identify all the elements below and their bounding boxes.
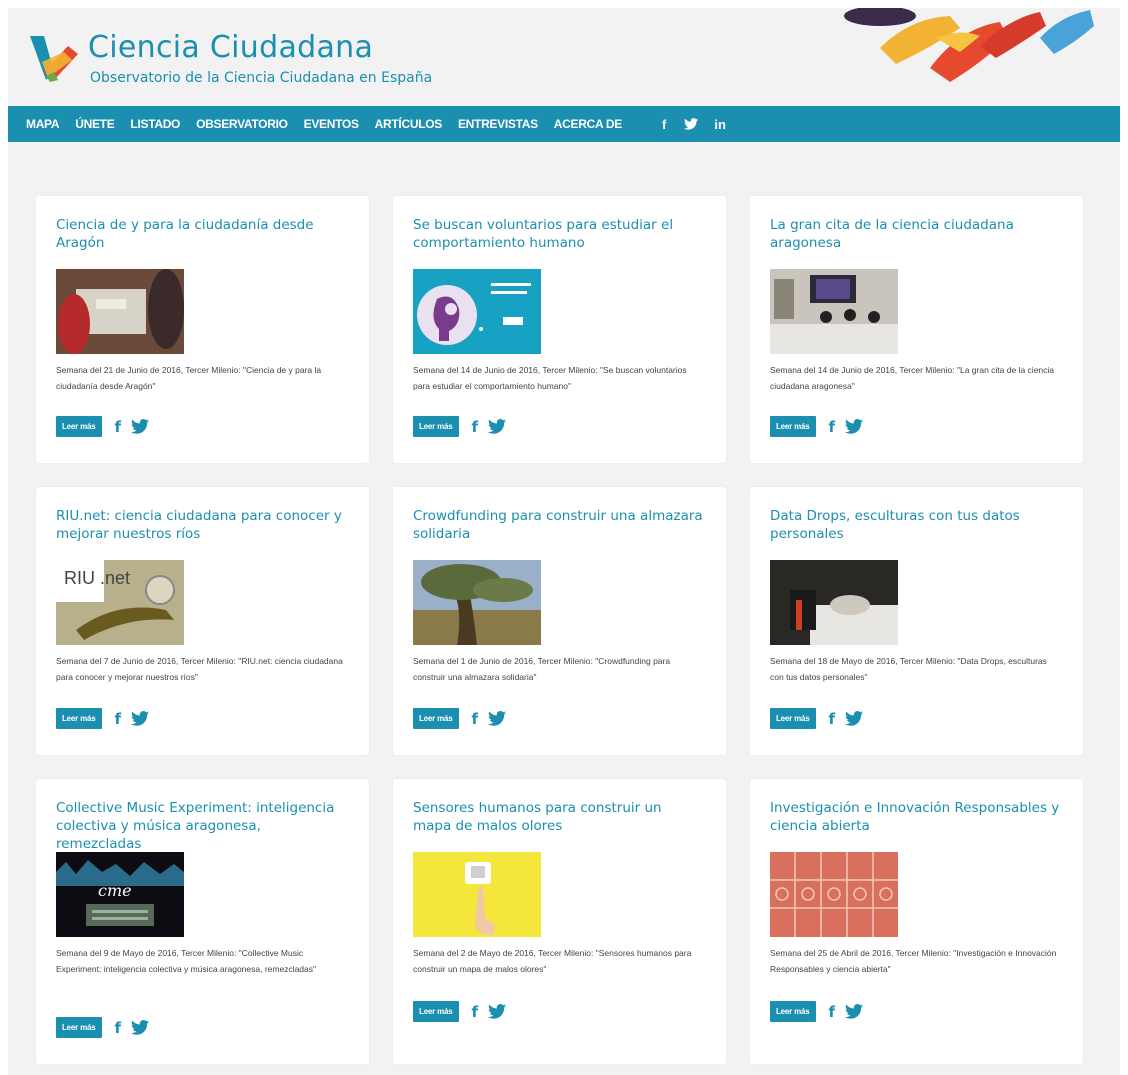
main-nav: MAPA ÚNETE LISTADO OBSERVATORIO EVENTOS …: [8, 106, 1120, 142]
card-actions: Leer más f: [413, 416, 507, 437]
card-actions: Leer más f: [770, 708, 864, 729]
card-actions: Leer más f: [56, 708, 150, 729]
facebook-share-icon[interactable]: f: [115, 710, 122, 728]
card-actions: Leer más f: [56, 1017, 150, 1038]
article-card: Ciencia de y para la ciudadanía desde Ar…: [36, 196, 369, 463]
card-description: Semana del 2 de Mayo de 2016, Tercer Mil…: [413, 948, 692, 974]
card-image[interactable]: [770, 560, 898, 645]
card-title[interactable]: Data Drops, esculturas con tus datos per…: [770, 507, 1060, 543]
facebook-share-icon[interactable]: f: [115, 1019, 122, 1037]
article-card: RIU.net: ciencia ciudadana para conocer …: [36, 487, 369, 755]
card-image[interactable]: cme: [56, 852, 184, 937]
twitter-share-icon[interactable]: [131, 1020, 150, 1035]
article-card: Crowdfunding para construir una almazara…: [393, 487, 726, 755]
riu-logo-text: RIU .net: [64, 568, 130, 588]
card-title[interactable]: RIU.net: ciencia ciudadana para conocer …: [56, 507, 346, 543]
read-more-button[interactable]: Leer más: [770, 708, 816, 729]
nav-item-acerca-de[interactable]: ACERCA DE: [554, 117, 623, 131]
read-more-button[interactable]: Leer más: [56, 416, 102, 437]
card-actions: Leer más f: [413, 1001, 507, 1022]
card-image[interactable]: [413, 269, 541, 354]
card-title[interactable]: Collective Music Experiment: inteligenci…: [56, 799, 346, 853]
twitter-share-icon[interactable]: [488, 1004, 507, 1019]
read-more-button[interactable]: Leer más: [770, 416, 816, 437]
site-subtitle: Observatorio de la Ciencia Ciudadana en …: [90, 70, 433, 86]
read-more-button[interactable]: Leer más: [413, 416, 459, 437]
facebook-share-icon[interactable]: f: [829, 1003, 836, 1021]
nav-item-listado[interactable]: LISTADO: [130, 117, 180, 131]
card-description: Semana del 18 de Mayo de 2016, Tercer Mi…: [770, 656, 1047, 682]
nav-social-links: f in: [662, 117, 744, 132]
card-actions: Leer más f: [770, 416, 864, 437]
card-title[interactable]: Investigación e Innovación Responsables …: [770, 799, 1060, 835]
facebook-icon[interactable]: f: [662, 117, 666, 132]
read-more-button[interactable]: Leer más: [56, 708, 102, 729]
site-title[interactable]: Ciencia Ciudadana: [88, 30, 373, 65]
site-logo-icon[interactable]: [24, 32, 80, 84]
article-card: Investigación e Innovación Responsables …: [750, 779, 1083, 1064]
nav-item-entrevistas[interactable]: ENTREVISTAS: [458, 117, 538, 131]
article-card: Data Drops, esculturas con tus datos per…: [750, 487, 1083, 755]
site-header: Ciencia Ciudadana Observatorio de la Cie…: [8, 8, 1120, 106]
paint-strokes-decoration: [844, 8, 1094, 82]
read-more-button[interactable]: Leer más: [770, 1001, 816, 1022]
card-image[interactable]: RIU .net: [56, 560, 184, 645]
article-card: Collective Music Experiment: inteligenci…: [36, 779, 369, 1064]
card-description: Semana del 9 de Mayo de 2016, Tercer Mil…: [56, 948, 317, 974]
article-card: Sensores humanos para construir un mapa …: [393, 779, 726, 1064]
twitter-icon[interactable]: [684, 118, 699, 130]
card-image[interactable]: [413, 852, 541, 937]
read-more-button[interactable]: Leer más: [413, 1001, 459, 1022]
card-title[interactable]: La gran cita de la ciencia ciudadana ara…: [770, 216, 1060, 252]
card-description: Semana del 14 de Junio de 2016, Tercer M…: [770, 365, 1055, 391]
nav-item-eventos[interactable]: EVENTOS: [304, 117, 359, 131]
twitter-share-icon[interactable]: [131, 711, 150, 726]
article-card: Se buscan voluntarios para estudiar el c…: [393, 196, 726, 463]
twitter-share-icon[interactable]: [131, 419, 150, 434]
card-title[interactable]: Se buscan voluntarios para estudiar el c…: [413, 216, 703, 252]
facebook-share-icon[interactable]: f: [829, 418, 836, 436]
facebook-share-icon[interactable]: f: [829, 710, 836, 728]
card-image[interactable]: [770, 269, 898, 354]
card-title[interactable]: Ciencia de y para la ciudadanía desde Ar…: [56, 216, 346, 252]
card-image[interactable]: [770, 852, 898, 937]
nav-item-unete[interactable]: ÚNETE: [75, 117, 114, 131]
read-more-button[interactable]: Leer más: [413, 708, 459, 729]
facebook-share-icon[interactable]: f: [472, 418, 479, 436]
twitter-share-icon[interactable]: [845, 1004, 864, 1019]
facebook-share-icon[interactable]: f: [472, 710, 479, 728]
card-actions: Leer más f: [56, 416, 150, 437]
facebook-share-icon[interactable]: f: [472, 1003, 479, 1021]
twitter-share-icon[interactable]: [845, 419, 864, 434]
card-title[interactable]: Sensores humanos para construir un mapa …: [413, 799, 703, 835]
card-description: Semana del 1 de Junio de 2016, Tercer Mi…: [413, 656, 671, 682]
read-more-button[interactable]: Leer más: [56, 1017, 102, 1038]
card-actions: Leer más f: [413, 708, 507, 729]
nav-item-articulos[interactable]: ARTÍCULOS: [375, 117, 443, 131]
article-card: La gran cita de la ciencia ciudadana ara…: [750, 196, 1083, 463]
card-title[interactable]: Crowdfunding para construir una almazara…: [413, 507, 703, 543]
cme-logo-text: cme: [98, 881, 132, 900]
card-image[interactable]: [413, 560, 541, 645]
card-image[interactable]: [56, 269, 184, 354]
card-description: Semana del 25 de Abril de 2016, Tercer M…: [770, 948, 1057, 974]
card-description: Semana del 14 de Junio de 2016, Tercer M…: [413, 365, 687, 391]
twitter-share-icon[interactable]: [845, 711, 864, 726]
twitter-share-icon[interactable]: [488, 419, 507, 434]
card-description: Semana del 21 de Junio de 2016, Tercer M…: [56, 365, 322, 391]
nav-item-observatorio[interactable]: OBSERVATORIO: [196, 117, 288, 131]
page: Ciencia Ciudadana Observatorio de la Cie…: [8, 8, 1120, 1075]
card-description: Semana del 7 de Junio de 2016, Tercer Mi…: [56, 656, 343, 682]
twitter-share-icon[interactable]: [488, 711, 507, 726]
nav-item-mapa[interactable]: MAPA: [26, 117, 60, 131]
facebook-share-icon[interactable]: f: [115, 418, 122, 436]
linkedin-icon[interactable]: in: [714, 117, 726, 132]
card-actions: Leer más f: [770, 1001, 864, 1022]
